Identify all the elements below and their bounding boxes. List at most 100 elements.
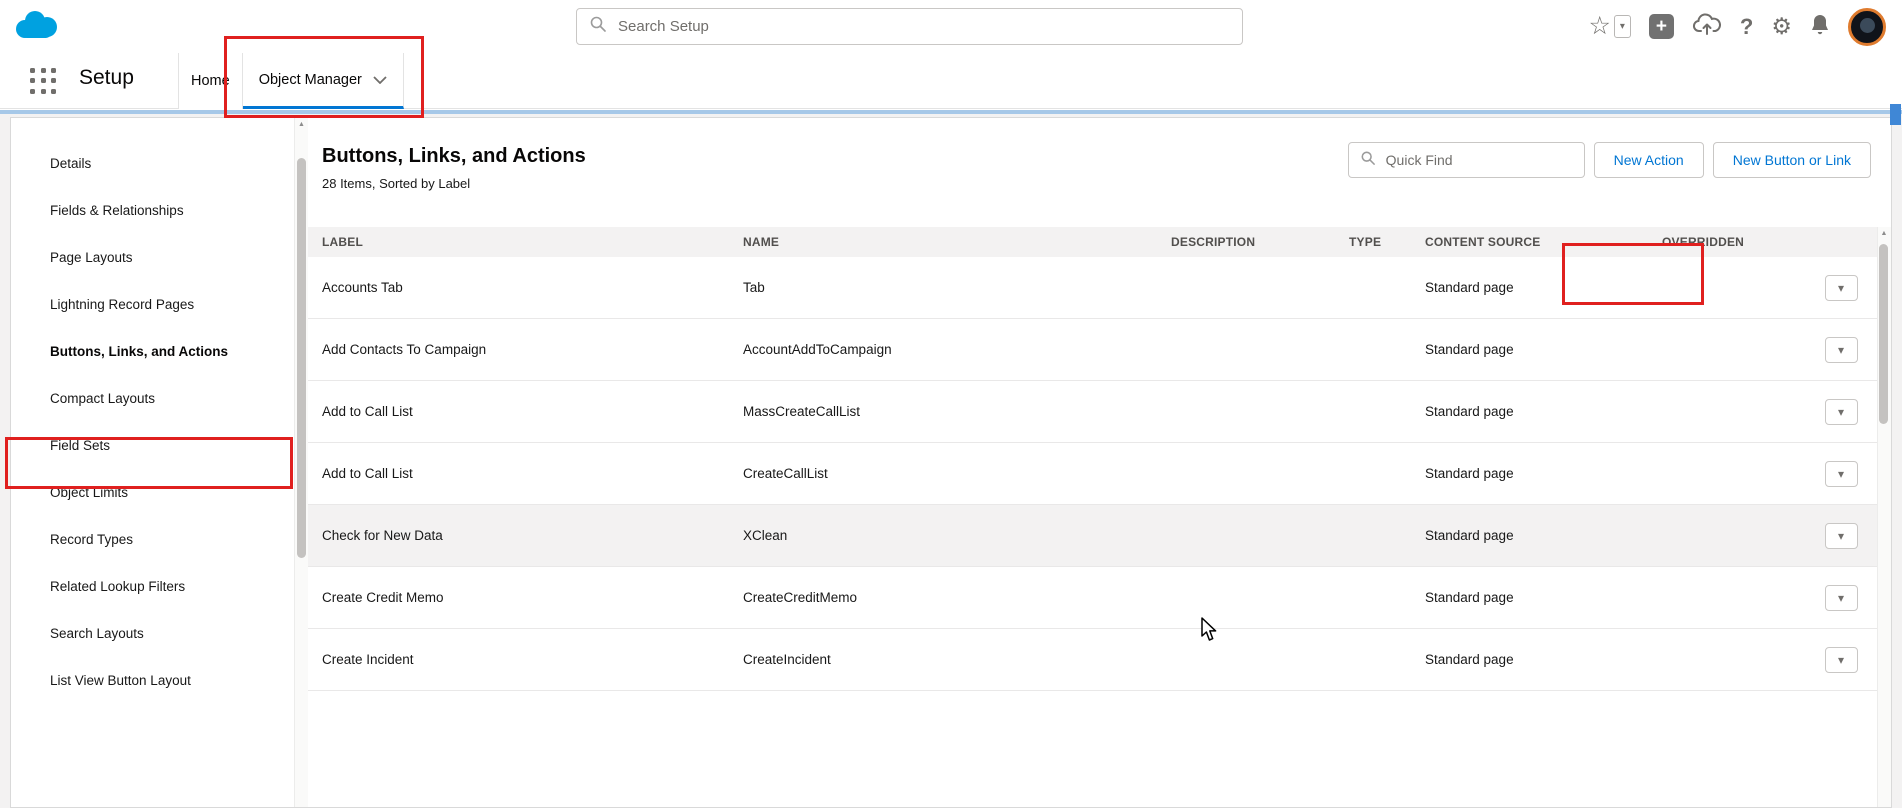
favorites-star-icon[interactable]: ☆ [1589,14,1611,39]
scroll-up-icon[interactable]: ▲ [295,121,308,128]
sidebar-item-label: Details [50,156,91,171]
cell-name: AccountAddToCampaign [729,342,1157,357]
sidebar-item-label: Buttons, Links, and Actions [50,344,228,359]
cell-content-source: Standard page [1411,280,1648,295]
salesforce-logo [12,6,62,49]
cell-content-source: Standard page [1411,342,1648,357]
row-actions-menu-button[interactable]: ▾ [1825,275,1858,301]
help-icon[interactable]: ? [1740,14,1753,40]
scroll-up-icon[interactable]: ▲ [1877,230,1891,237]
panel-header: Buttons, Links, and Actions 28 Items, So… [308,118,1877,227]
sidebar-item-label: Fields & Relationships [50,203,184,218]
sidebar-item-search-layouts[interactable]: Search Layouts [11,610,294,657]
sidebar-item-label: Search Layouts [50,626,144,641]
cell-content-source: Standard page [1411,528,1648,543]
sidebar-item-label: Record Types [50,532,133,547]
sidebar-item-label: Page Layouts [50,250,133,265]
chevron-down-icon [373,72,387,88]
column-header-content-source: CONTENT SOURCE [1411,235,1648,249]
sidebar-item-page-layouts[interactable]: Page Layouts [11,234,294,281]
sidebar-item-fields-relationships[interactable]: Fields & Relationships [11,187,294,234]
row-actions-menu-button[interactable]: ▾ [1825,399,1858,425]
chevron-down-icon: ▾ [1838,405,1844,419]
tab-home[interactable]: Home [178,53,243,109]
sidebar-item-buttons-links-actions[interactable]: Buttons, Links, and Actions [11,328,294,375]
table-row[interactable]: Create Credit Memo CreateCreditMemo Stan… [308,567,1877,629]
sidebar-item-related-lookup-filters[interactable]: Related Lookup Filters [11,563,294,610]
column-header-label: LABEL [308,235,729,249]
cell-label: Check for New Data [308,528,729,543]
table-header-row: LABEL NAME DESCRIPTION TYPE CONTENT SOUR… [308,227,1877,257]
column-header-type: TYPE [1335,235,1411,249]
global-header: ☆ ▾ + ? ⚙ [0,0,1902,53]
sidebar-item-compact-layouts[interactable]: Compact Layouts [11,375,294,422]
table-scrollbar-thumb[interactable] [1879,244,1888,424]
favorites-dropdown-button[interactable]: ▾ [1614,15,1631,38]
cell-name: CreateCreditMemo [729,590,1157,605]
app-launcher-icon[interactable] [30,68,58,95]
object-manager-card: Details Fields & Relationships Page Layo… [10,117,1892,808]
cell-label: Create Incident [308,652,729,667]
sidebar-item-label: Field Sets [50,438,110,453]
row-actions-menu-button[interactable]: ▾ [1825,337,1858,363]
cell-content-source: Standard page [1411,404,1648,419]
table-row[interactable]: Accounts Tab Tab Standard page ▾ [308,257,1877,319]
new-button-or-link-button[interactable]: New Button or Link [1713,142,1871,178]
column-header-description: DESCRIPTION [1157,235,1335,249]
item-count-text: 28 Items, Sorted by Label [322,176,1877,191]
search-icon [1361,151,1375,170]
cloud-upload-icon[interactable] [1692,12,1722,41]
chevron-down-icon: ▾ [1838,653,1844,667]
sidebar-scrollbar[interactable]: ▲ [294,118,308,807]
setup-nav-bar: Setup Home Object Manager [0,53,1902,109]
cell-name: MassCreateCallList [729,404,1157,419]
tab-object-manager[interactable]: Object Manager [243,53,404,109]
chevron-down-icon: ▾ [1838,343,1844,357]
new-action-button[interactable]: New Action [1594,142,1704,178]
sidebar-item-details[interactable]: Details [11,140,294,187]
column-header-name: NAME [729,235,1157,249]
sidebar-scrollbar-thumb[interactable] [297,158,306,558]
sidebar-item-label: Object Limits [50,485,128,500]
quick-find-input[interactable] [1384,151,1572,169]
window-scrollbar-thumb[interactable] [1890,104,1901,125]
user-avatar[interactable] [1848,8,1886,46]
table-scrollbar[interactable]: ▲ [1877,118,1891,807]
cell-name: CreateIncident [729,652,1157,667]
table-row[interactable]: Create Incident CreateIncident Standard … [308,629,1877,691]
sidebar-item-label: Lightning Record Pages [50,297,194,312]
row-actions-menu-button[interactable]: ▾ [1825,523,1858,549]
row-actions-menu-button[interactable]: ▾ [1825,461,1858,487]
cell-label: Create Credit Memo [308,590,729,605]
header-utility-icons: ☆ ▾ + ? ⚙ [1589,0,1887,53]
table-row[interactable]: Add to Call List MassCreateCallList Stan… [308,381,1877,443]
notifications-bell-icon[interactable] [1810,13,1830,41]
table-row-hovered[interactable]: Check for New Data XClean Standard page … [308,505,1877,567]
sidebar-item-lightning-record-pages[interactable]: Lightning Record Pages [11,281,294,328]
sidebar-item-object-limits[interactable]: Object Limits [11,469,294,516]
sidebar-item-record-types[interactable]: Record Types [11,516,294,563]
gear-icon[interactable]: ⚙ [1771,15,1792,38]
global-actions-plus-icon[interactable]: + [1649,14,1674,39]
buttons-links-actions-panel: Buttons, Links, and Actions 28 Items, So… [308,118,1877,807]
cell-label: Add to Call List [308,466,729,481]
favorites-group: ☆ ▾ [1589,14,1631,39]
row-actions-menu-button[interactable]: ▾ [1825,647,1858,673]
row-actions-menu-button[interactable]: ▾ [1825,585,1858,611]
cell-content-source: Standard page [1411,590,1648,605]
cell-label: Add to Call List [308,404,729,419]
cell-name: CreateCallList [729,466,1157,481]
table-row[interactable]: Add Contacts To Campaign AccountAddToCam… [308,319,1877,381]
cell-content-source: Standard page [1411,652,1648,667]
app-name-label: Setup [79,66,134,90]
tab-object-manager-label: Object Manager [259,72,362,88]
sidebar-item-label: Related Lookup Filters [50,579,185,594]
sidebar-item-list-view-button-layout[interactable]: List View Button Layout [11,657,294,704]
sidebar-item-field-sets[interactable]: Field Sets [11,422,294,469]
setup-search-input[interactable] [616,17,1229,36]
quick-find-box[interactable] [1348,142,1585,178]
cell-label: Accounts Tab [308,280,729,295]
table-row[interactable]: Add to Call List CreateCallList Standard… [308,443,1877,505]
search-icon [590,16,606,37]
setup-search-box[interactable] [576,8,1243,45]
